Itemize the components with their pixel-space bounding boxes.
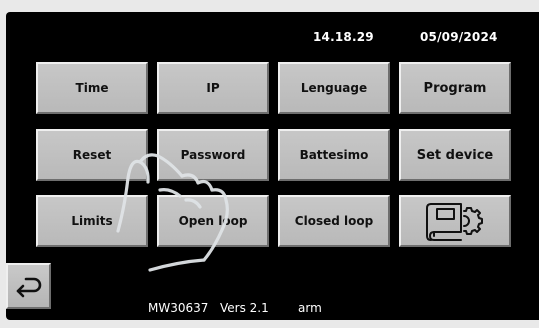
ip-button[interactable]: IP	[157, 62, 269, 114]
battesimo-button[interactable]: Battesimo	[278, 129, 390, 181]
touch-screen: 14.18.29 05/09/2024 Time IP Lenguage Pro…	[6, 12, 539, 320]
reset-button[interactable]: Reset	[36, 129, 148, 181]
platform-label: arm	[298, 301, 322, 315]
clock-time: 14.18.29	[313, 30, 374, 44]
closed-loop-button[interactable]: Closed loop	[278, 195, 390, 247]
password-button[interactable]: Password	[157, 129, 269, 181]
model-number: MW30637	[148, 301, 209, 315]
open-loop-button[interactable]: Open loop	[157, 195, 269, 247]
software-version: Vers 2.1	[220, 301, 269, 315]
set-device-button[interactable]: Set device	[399, 129, 511, 181]
manual-settings-button[interactable]	[399, 195, 511, 247]
clock-date: 05/09/2024	[420, 30, 498, 44]
book-gear-icon	[426, 203, 483, 241]
language-button[interactable]: Lenguage	[278, 62, 390, 114]
device-bezel: 14.18.29 05/09/2024 Time IP Lenguage Pro…	[0, 0, 539, 328]
limits-button[interactable]: Limits	[36, 195, 148, 247]
time-button[interactable]: Time	[36, 62, 148, 114]
back-arrow-icon	[16, 277, 41, 298]
program-button[interactable]: Program	[399, 62, 511, 114]
back-button[interactable]	[6, 263, 51, 309]
